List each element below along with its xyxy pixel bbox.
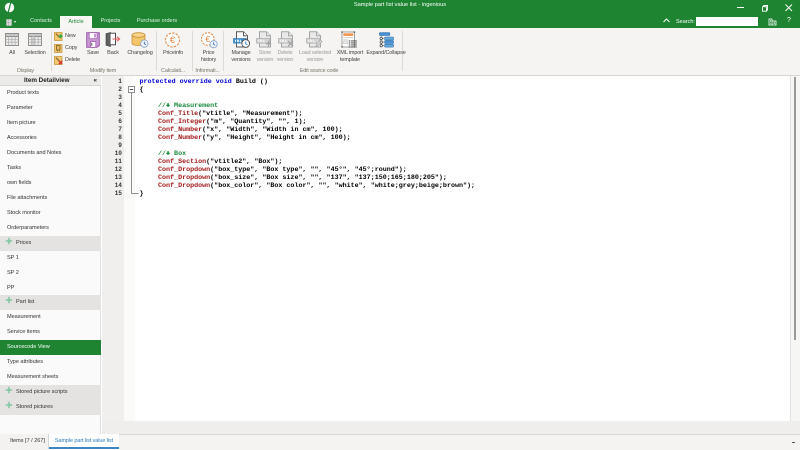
svg-text:€: €: [170, 35, 176, 46]
svg-text:€: €: [205, 33, 210, 43]
